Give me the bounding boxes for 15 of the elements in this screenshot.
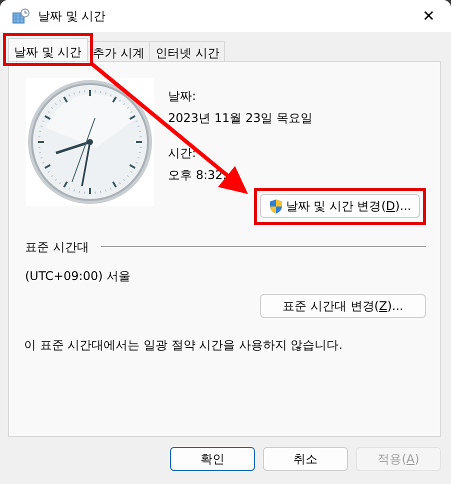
timezone-value: (UTC+09:00) 서울 xyxy=(25,268,132,284)
change-timezone-button[interactable]: 표준 시간대 변경(Z)... xyxy=(260,294,426,318)
change-date-time-button[interactable]: 날짜 및 시간 변경(D)... xyxy=(260,194,420,218)
tab[interactable]: 인터넷 시간 xyxy=(149,41,226,61)
dst-note: 이 표준 시간대에서는 일광 절약 시간을 사용하지 않습니다. xyxy=(24,336,344,354)
section-heading: 표준 시간대 xyxy=(25,238,89,256)
date-label: 날짜: xyxy=(168,88,198,105)
date-time-app-icon xyxy=(12,8,30,24)
tab[interactable]: 추가 시계 xyxy=(86,41,150,61)
window-title: 날짜 및 시간 xyxy=(38,8,106,25)
ok-button[interactable]: 확인 xyxy=(170,447,255,471)
cancel-button[interactable]: 취소 xyxy=(263,447,348,471)
close-button[interactable]: ✕ xyxy=(418,8,439,24)
time-label: 시간: xyxy=(168,145,198,162)
date-value: 2023년 11월 23일 목요일 xyxy=(168,110,314,127)
